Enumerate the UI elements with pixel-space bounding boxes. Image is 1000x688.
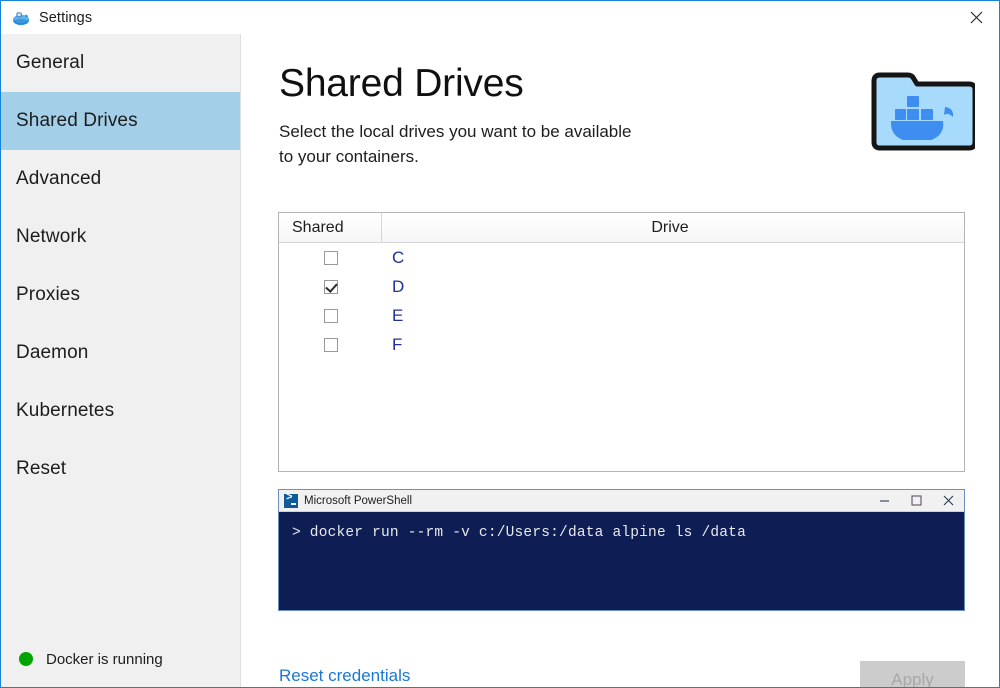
sidebar-item-network[interactable]: Network [1,208,240,266]
drive-shared-cell [279,308,382,323]
powershell-icon [284,492,298,508]
drive-letter: F [392,334,403,354]
docker-whale-icon [12,8,31,27]
maximize-icon[interactable] [900,490,932,511]
docker-shared-folder-icon [869,69,978,155]
minimize-icon[interactable] [868,490,900,511]
drive-shared-checkbox[interactable] [323,337,338,352]
sidebar-item-general[interactable]: General [1,34,240,92]
sidebar-item-shared-drives[interactable]: Shared Drives [1,92,240,150]
main-content: Shared Drives Select the local drives yo… [242,34,999,687]
apply-button[interactable]: Apply [860,661,965,687]
table-row[interactable]: F [279,330,964,359]
column-header-drive: Drive [651,218,689,236]
reset-credentials-link[interactable]: Reset credentials [279,666,410,686]
status-text: Docker is running [46,650,163,668]
drive-letter: D [392,276,405,296]
sidebar-item-proxies[interactable]: Proxies [1,266,240,324]
sidebar-item-label: Reset [16,458,67,479]
powershell-command-line: > docker run --rm -v c:/Users:/data alpi… [292,525,746,541]
sidebar-item-label: Network [16,226,87,247]
sidebar-item-reset[interactable]: Reset [1,440,240,498]
window-title: Settings [39,9,93,26]
drive-letter: C [392,247,405,267]
drive-shared-checkbox[interactable] [323,279,338,294]
sidebar-item-label: Daemon [16,342,89,363]
table-row[interactable]: E [279,301,964,330]
drive-shared-cell [279,279,382,294]
window-titlebar: Settings [1,1,999,34]
drive-shared-checkbox[interactable] [323,250,338,265]
sidebar-item-label: General [16,52,85,73]
status-bar: Docker is running [1,631,241,687]
settings-window: Settings General Shared Drives Advanced … [0,0,1000,688]
sidebar-item-label: Kubernetes [16,400,115,421]
powershell-titlebar: Microsoft PowerShell [279,490,964,512]
sidebar: General Shared Drives Advanced Network P… [1,34,241,687]
table-header-row: Shared Drive [279,213,964,243]
sidebar-item-daemon[interactable]: Daemon [1,324,240,382]
powershell-close-icon[interactable] [932,490,964,511]
sidebar-item-label: Proxies [16,284,81,305]
powershell-title: Microsoft PowerShell [304,494,413,507]
powershell-window-controls [868,490,964,511]
sidebar-item-kubernetes[interactable]: Kubernetes [1,382,240,440]
drive-shared-cell [279,250,382,265]
sidebar-item-advanced[interactable]: Advanced [1,150,240,208]
column-header-shared: Shared [279,213,382,242]
powershell-window: Microsoft PowerShell > docker run --rm -… [278,489,965,611]
drive-letter: E [392,305,404,325]
page-title: Shared Drives [279,62,524,105]
table-row[interactable]: C [279,243,964,272]
status-indicator-icon [19,652,33,666]
sidebar-item-label: Shared Drives [16,110,138,131]
page-subtitle: Select the local drives you want to be a… [279,122,632,166]
shared-drives-table: Shared Drive C D E F [278,212,965,472]
table-row[interactable]: D [279,272,964,301]
drive-shared-checkbox[interactable] [323,308,338,323]
sidebar-item-label: Advanced [16,168,102,189]
powershell-terminal-body[interactable]: > docker run --rm -v c:/Users:/data alpi… [279,512,964,610]
drive-shared-cell [279,337,382,352]
close-icon[interactable] [953,1,999,33]
